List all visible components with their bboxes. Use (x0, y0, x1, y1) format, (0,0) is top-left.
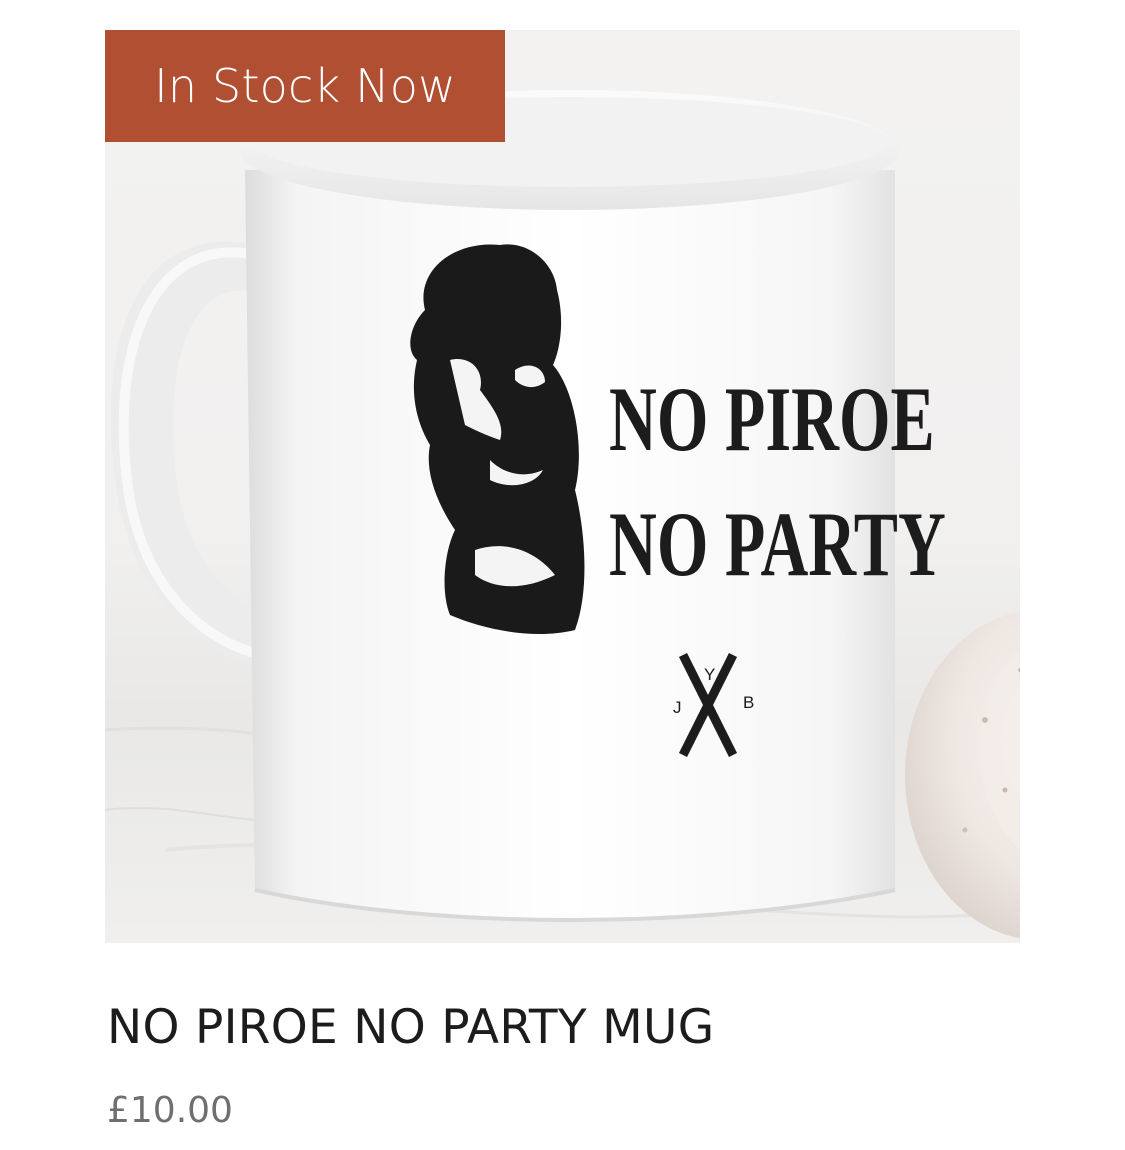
product-price: £10.00 (107, 1090, 233, 1131)
stock-badge: In Stock Now (105, 30, 505, 142)
logo-letter-j: J (673, 698, 682, 717)
product-title[interactable]: NO PIROE NO PARTY MUG (107, 1000, 714, 1055)
product-card[interactable]: NO PIROE NO PARTY Y J B In Stock Now NO … (0, 0, 1125, 1150)
product-image[interactable]: NO PIROE NO PARTY Y J B (105, 30, 1020, 943)
logo-letter-y: Y (704, 665, 715, 684)
logo-letter-b: B (743, 693, 754, 712)
mug-print-line-2: NO PARTY (609, 495, 946, 596)
mug-print-line-1: NO PIROE (609, 370, 935, 471)
donut (905, 611, 1020, 939)
